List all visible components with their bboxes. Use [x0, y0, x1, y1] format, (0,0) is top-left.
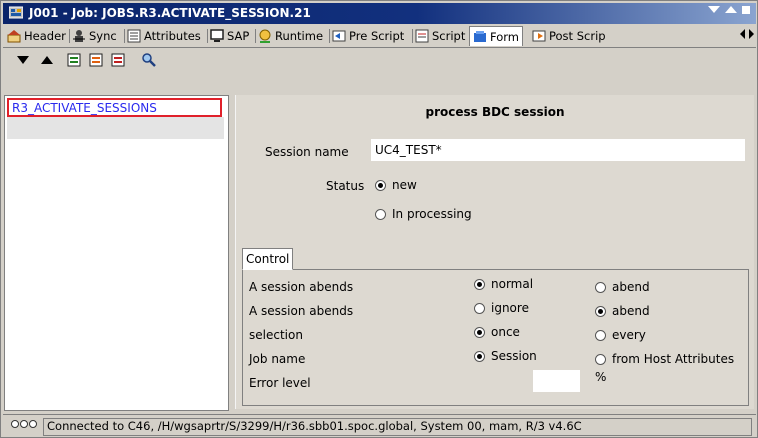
- selection-once-radio[interactable]: once: [474, 325, 520, 339]
- application-window: J001 - Job: JOBS.R3.ACTIVATE_SESSION.21 …: [0, 0, 758, 438]
- tab-label: Control: [246, 252, 290, 266]
- collapse-down-icon[interactable]: [708, 6, 720, 14]
- error-level-field[interactable]: [533, 370, 580, 392]
- tab-label: Pre Script: [349, 29, 405, 43]
- status-new-radio[interactable]: new: [375, 178, 417, 192]
- radio-unselected-icon: [375, 208, 386, 220]
- search-icon[interactable]: [141, 52, 157, 68]
- radio-label: normal: [491, 277, 534, 291]
- tree-item-selected[interactable]: R3_ACTIVATE_SESSIONS: [7, 98, 222, 117]
- error-level-unit: %: [595, 370, 607, 384]
- scroll-arrows-icon[interactable]: [740, 29, 754, 39]
- radio-label: ignore: [491, 301, 529, 315]
- tab-pre-script[interactable]: Pre Script: [332, 27, 404, 45]
- tab-label: Header: [24, 29, 66, 43]
- sync-icon: [73, 30, 85, 42]
- app-icon: [9, 6, 23, 19]
- tab-label: Script: [432, 29, 466, 43]
- abend-ignore-radio[interactable]: ignore: [474, 301, 529, 315]
- session-name-field[interactable]: UC4_TEST*: [371, 139, 745, 161]
- session-name-label: Session name: [265, 145, 349, 159]
- form-heading: process BDC session: [425, 105, 565, 119]
- move-up-icon[interactable]: [39, 52, 55, 68]
- connection-status-icon: [11, 420, 37, 428]
- tab-label: Post Scrip: [549, 29, 606, 43]
- sap-icon: [210, 29, 224, 42]
- control-row-label: A session abends: [249, 304, 354, 318]
- delete-item-icon[interactable]: [111, 52, 127, 68]
- radio-label: from Host Attributes: [612, 352, 735, 366]
- tab-label: Form: [490, 29, 519, 44]
- radio-unselected-icon: [474, 302, 485, 314]
- control-row-label: Job name: [249, 352, 306, 366]
- radio-label: In processing: [392, 207, 472, 221]
- header-icon: [7, 30, 21, 43]
- radio-unselected-icon: [595, 281, 606, 293]
- radio-selected-icon: [474, 278, 485, 290]
- radio-label: new: [392, 178, 417, 192]
- tab-label: Runtime: [275, 29, 324, 43]
- status-label: Status: [326, 179, 365, 193]
- control-row-label: selection: [249, 328, 303, 342]
- radio-selected-icon: [474, 350, 485, 362]
- edit-item-icon[interactable]: [89, 52, 105, 68]
- radio-label: Session: [491, 349, 537, 363]
- attributes-icon: [127, 29, 141, 43]
- runtime-icon: [259, 29, 271, 43]
- panel-splitter[interactable]: [230, 95, 234, 409]
- maximize-icon[interactable]: [742, 6, 750, 14]
- radio-label: abend: [612, 304, 650, 318]
- tree-item-label: R3_ACTIVATE_SESSIONS: [12, 101, 157, 115]
- jobname-session-radio[interactable]: Session: [474, 349, 537, 363]
- radio-label: abend: [612, 280, 650, 294]
- tab-form[interactable]: Form: [469, 26, 523, 46]
- radio-unselected-icon: [595, 329, 606, 341]
- tab-scroll-arrows[interactable]: [740, 29, 754, 42]
- radio-unselected-icon: [595, 353, 606, 365]
- status-bar: Connected to C46, /H/wgsaprtr/S/3299/H/r…: [3, 414, 756, 437]
- abend-abend-radio[interactable]: abend: [595, 280, 650, 294]
- tab-sap[interactable]: SAP: [210, 27, 249, 45]
- status-text: Connected to C46, /H/wgsaprtr/S/3299/H/r…: [43, 418, 752, 436]
- window-title: J001 - Job: JOBS.R3.ACTIVATE_SESSION.21: [29, 6, 311, 20]
- pre-script-icon: [332, 30, 346, 42]
- toolbar: [3, 48, 756, 72]
- radio-selected-icon: [595, 305, 606, 317]
- radio-label: once: [491, 325, 520, 339]
- tab-sync[interactable]: Sync: [72, 27, 117, 45]
- form-panel: process BDC session Session name UC4_TES…: [235, 95, 754, 409]
- form-icon: [474, 30, 486, 42]
- move-down-icon[interactable]: [15, 52, 31, 68]
- tab-attributes[interactable]: Attributes: [127, 27, 201, 45]
- script-icon: [415, 29, 429, 43]
- radio-selected-icon: [474, 326, 485, 338]
- error-level-label: Error level: [249, 376, 311, 390]
- abend-normal-radio[interactable]: normal: [474, 277, 533, 291]
- control-group: A session abends normal abend A session …: [242, 269, 749, 406]
- tree-panel: R3_ACTIVATE_SESSIONS: [4, 95, 229, 411]
- tab-script[interactable]: Script: [415, 27, 465, 45]
- tab-control[interactable]: Control: [242, 248, 294, 270]
- title-bar[interactable]: J001 - Job: JOBS.R3.ACTIVATE_SESSION.21: [3, 3, 756, 24]
- tab-post-script[interactable]: Post Scrip: [532, 27, 606, 45]
- radio-selected-icon: [375, 179, 386, 191]
- jobname-host-attributes-radio[interactable]: from Host Attributes: [595, 352, 734, 366]
- collapse-up-icon[interactable]: [725, 6, 737, 14]
- tree-empty-row: [7, 117, 224, 139]
- tab-strip: Header Sync Attributes SAP Runtime Pre S…: [3, 25, 756, 48]
- selection-every-radio[interactable]: every: [595, 328, 646, 342]
- tab-header[interactable]: Header: [7, 27, 66, 45]
- post-script-icon: [532, 30, 546, 42]
- radio-label: every: [612, 328, 646, 342]
- abend2-abend-radio[interactable]: abend: [595, 304, 650, 318]
- tab-runtime[interactable]: Runtime: [258, 27, 323, 45]
- tab-label: Sync: [89, 29, 117, 43]
- status-in-processing-radio[interactable]: In processing: [375, 207, 472, 221]
- add-item-icon[interactable]: [67, 52, 83, 68]
- tab-label: SAP: [227, 29, 250, 43]
- tab-label: Attributes: [144, 29, 201, 43]
- control-row-label: A session abends: [249, 280, 354, 294]
